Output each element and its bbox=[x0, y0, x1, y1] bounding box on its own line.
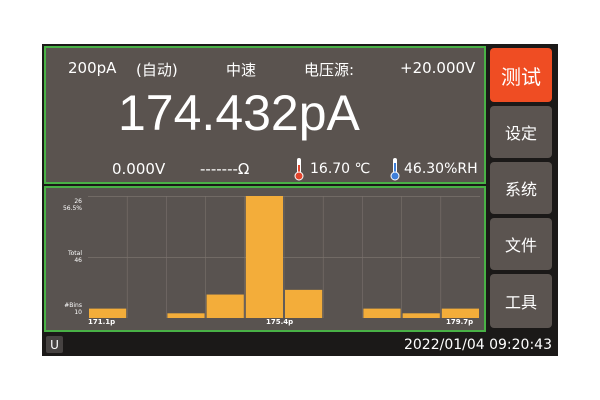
histogram-bar bbox=[285, 289, 323, 318]
histogram-bar bbox=[245, 196, 283, 318]
source-label: 电压源: bbox=[304, 61, 355, 79]
sidebar-item-label: 文件 bbox=[504, 236, 537, 255]
histogram-bar bbox=[206, 294, 244, 318]
sidebar-item-label: 工具 bbox=[504, 293, 537, 312]
sidebar-item-settings[interactable]: 设定 bbox=[490, 106, 552, 158]
speed-label[interactable]: 中速 bbox=[226, 59, 256, 80]
sidebar-item-system[interactable]: 系统 bbox=[490, 162, 552, 214]
sidebar-item-file[interactable]: 文件 bbox=[490, 218, 552, 270]
humidity-readout: 46.30%RH bbox=[404, 161, 478, 177]
temperature-readout: 16.70 ℃ bbox=[310, 161, 371, 177]
y-label-top: 26 56.5% bbox=[62, 198, 82, 212]
histogram-bar bbox=[402, 313, 440, 318]
sidebar-item-label: 设定 bbox=[504, 124, 537, 143]
histogram-chart bbox=[88, 196, 480, 318]
usb-status-badge: U bbox=[46, 336, 63, 353]
sidebar-item-tools[interactable]: 工具 bbox=[490, 274, 552, 328]
sidebar-item-test[interactable]: 测试 bbox=[490, 48, 552, 102]
histogram-bar bbox=[363, 308, 401, 318]
x-tick-mid: 175.4p bbox=[266, 318, 294, 326]
datetime-readout: 2022/01/04 09:20:43 bbox=[403, 337, 552, 353]
voltage-readout: 0.000V bbox=[112, 160, 166, 178]
x-tick-max: 179.7p bbox=[446, 318, 474, 326]
sidebar-item-label: 测试 bbox=[501, 64, 541, 89]
histogram-bar bbox=[167, 313, 205, 318]
histogram-bar bbox=[441, 308, 479, 318]
resistance-readout: -------Ω bbox=[200, 160, 250, 178]
main-reading: 174.432pA bbox=[118, 85, 360, 141]
sidebar-item-label: 系统 bbox=[504, 180, 537, 199]
source-value[interactable]: +20.000V bbox=[400, 59, 475, 77]
range-label[interactable]: 200pA bbox=[68, 59, 116, 77]
auto-mode-label[interactable]: (自动) bbox=[136, 59, 178, 80]
y-label-total: Total 46 bbox=[67, 250, 82, 264]
y-label-bins: #Bins 10 bbox=[64, 302, 82, 316]
x-tick-min: 171.1p bbox=[88, 318, 116, 326]
thermometer-icon bbox=[294, 157, 304, 185]
histogram-bar bbox=[89, 308, 127, 318]
humidity-icon bbox=[390, 157, 400, 185]
